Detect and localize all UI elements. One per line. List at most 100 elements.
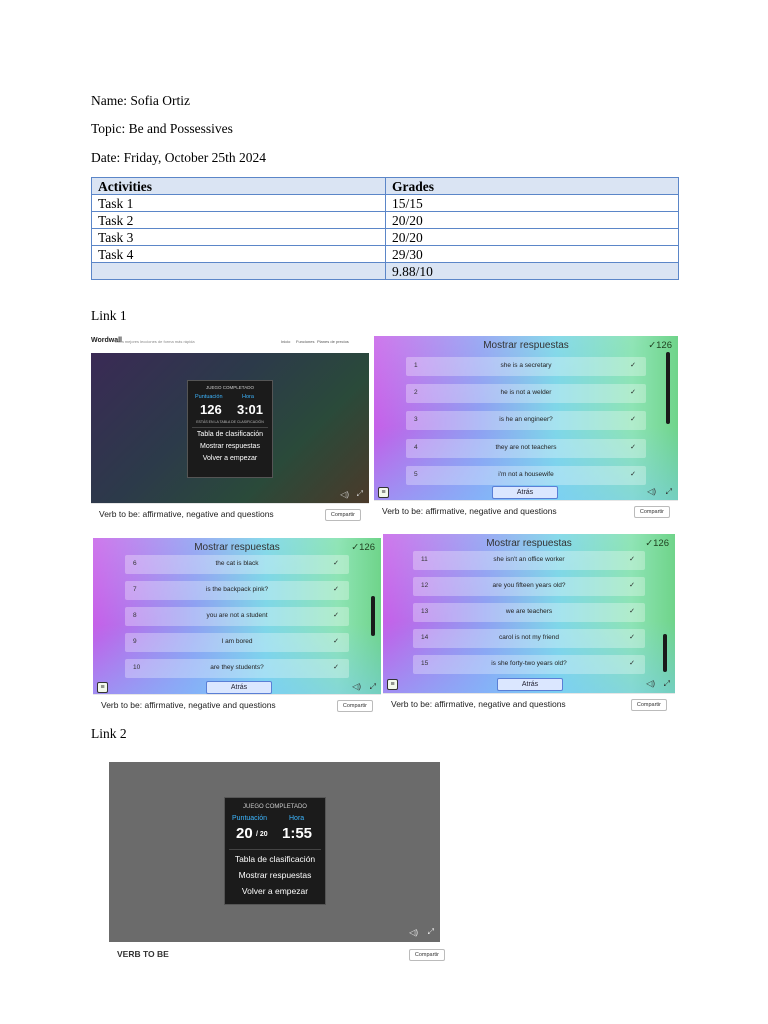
menu-icon[interactable]: ≡ <box>387 679 398 690</box>
answer-row: 10 are they students? ✓ <box>125 659 349 678</box>
activity-footer: Verb to be: affirmative, negative and qu… <box>383 693 675 715</box>
answer-row: 4 they are not teachers ✓ <box>406 439 646 458</box>
grades-table: Activities Grades Task 1 15/15 Task 2 20… <box>91 177 679 280</box>
activity-title: Verb to be: affirmative, negative and qu… <box>101 700 276 710</box>
time-value: 3:01 <box>237 402 264 417</box>
link1-label: Link 1 <box>91 308 127 323</box>
answer-row: 15 is she forty-two years old? ✓ <box>413 655 645 674</box>
time-label: Hora <box>242 394 254 400</box>
game-stage: JUEGO COMPLETADO Puntuación Hora 126 3:0… <box>91 353 369 503</box>
answer-row: 14 carol is not my friend ✓ <box>413 629 645 648</box>
share-button[interactable]: Compartir <box>633 506 670 518</box>
screenshot-game-completed-1: Wordwall Crea mejores lecciones de forma… <box>91 335 369 525</box>
sound-icon[interactable]: ◁) <box>409 928 418 937</box>
score-value: 126 <box>200 402 222 417</box>
grade-cell: 29/30 <box>385 245 679 263</box>
menu-icon[interactable]: ≡ <box>378 487 389 498</box>
game-stage: JUEGO COMPLETADO Puntuación Hora 20 / 20… <box>109 762 440 942</box>
fullscreen-icon[interactable]: ⤢ <box>357 489 363 499</box>
answers-score: ✓126 <box>645 538 669 549</box>
fullscreen-icon[interactable]: ⤢ <box>664 679 670 689</box>
answers-score: ✓126 <box>351 542 375 553</box>
activity-cell: Task 3 <box>91 228 386 246</box>
activity-cell: Task 2 <box>91 211 386 229</box>
sound-icon[interactable]: ◁) <box>340 490 349 499</box>
answers-title: Mostrar respuestas <box>194 542 280 553</box>
total-row: 9.88/10 <box>91 262 679 280</box>
scrollbar[interactable] <box>663 634 667 672</box>
total-grade-cell: 9.88/10 <box>385 262 679 280</box>
fullscreen-icon[interactable]: ⤢ <box>666 487 672 497</box>
score-total: / 20 <box>256 831 268 838</box>
grade-cell: 20/20 <box>385 211 679 229</box>
sound-icon[interactable]: ◁) <box>352 682 361 691</box>
share-button[interactable]: Compartir <box>408 949 445 961</box>
activity-footer: Verb to be: affirmative, negative and qu… <box>374 500 678 522</box>
nav-funciones[interactable]: Funciones <box>296 339 314 344</box>
nav-planes[interactable]: Planes de precios <box>317 339 349 344</box>
leaderboard-button[interactable]: Tabla de clasificación <box>188 431 272 438</box>
table-row: Task 3 20/20 <box>91 228 679 246</box>
show-answers-button[interactable]: Mostrar respuestas <box>188 443 272 450</box>
game-completed-box: JUEGO COMPLETADO Puntuación Hora 20 / 20… <box>224 797 326 905</box>
leaderboard-note: ESTÁS EN LA TABLA DE CLASIFICACIÓN <box>196 420 264 424</box>
grade-cell: 15/15 <box>385 194 679 212</box>
answer-row: 5 i'm not a housewife ✓ <box>406 466 646 485</box>
score-label: Puntuación <box>232 815 268 822</box>
screenshot-answers-1-5: Mostrar respuestas ✓126 1 she is a secret… <box>374 336 678 522</box>
activity-title: Verb to be: affirmative, negative and qu… <box>391 699 566 709</box>
scrollbar[interactable] <box>371 596 375 636</box>
nav-inicio[interactable]: Inicio <box>281 339 290 344</box>
answer-row: 13 we are teachers ✓ <box>413 603 645 622</box>
total-label-cell <box>91 262 386 280</box>
activity-footer: Verb to be: affirmative, negative and qu… <box>91 503 369 525</box>
answer-row: 9I am bored ✓ <box>125 633 349 652</box>
completed-heading: JUEGO COMPLETADO <box>243 804 307 810</box>
table-row: Task 2 20/20 <box>91 211 679 229</box>
back-button[interactable]: Atrás <box>497 678 563 691</box>
menu-icon[interactable]: ≡ <box>97 682 108 693</box>
activity-footer: Verb to be: affirmative, negative and qu… <box>93 694 381 716</box>
site-tagline: Crea mejores lecciones de forma más rápi… <box>115 339 195 344</box>
answer-row: 1 she is a secretary ✓ <box>406 357 646 376</box>
student-name: Name: Sofia Ortiz <box>91 93 190 108</box>
answer-row: 11 she isn't an office worker ✓ <box>413 551 645 570</box>
game-completed-box: JUEGO COMPLETADO Puntuación Hora 126 3:0… <box>187 380 273 478</box>
score-label: Puntuación <box>195 394 223 400</box>
column-header: Activities <box>91 177 386 195</box>
sound-icon[interactable]: ◁) <box>647 487 656 496</box>
column-header: Grades <box>385 177 679 195</box>
screenshot-answers-6-10: Mostrar respuestas ✓126 6 the cat is blac… <box>93 538 381 716</box>
answer-row: 6 the cat is black ✓ <box>125 555 349 574</box>
table-row: Task 4 29/30 <box>91 245 679 263</box>
restart-button[interactable]: Volver a empezar <box>188 455 272 462</box>
back-button[interactable]: Atrás <box>492 486 558 499</box>
fullscreen-icon[interactable]: ⤢ <box>428 927 434 937</box>
answers-title: Mostrar respuestas <box>486 538 572 549</box>
answers-title: Mostrar respuestas <box>483 340 569 351</box>
share-button[interactable]: Compartir <box>324 509 361 521</box>
table-header-row: Activities Grades <box>91 177 679 195</box>
back-button[interactable]: Atrás <box>206 681 272 694</box>
answer-row: 8 you are not a student ✓ <box>125 607 349 626</box>
screenshot-answers-11-15: Mostrar respuestas ✓126 11 she isn't an o… <box>383 534 675 715</box>
score-value: 20 <box>236 825 253 842</box>
restart-button[interactable]: Volver a empezar <box>225 886 325 896</box>
screenshot-game-completed-2: JUEGO COMPLETADO Puntuación Hora 20 / 20… <box>91 755 453 966</box>
activity-title: Verb to be: affirmative, negative and qu… <box>382 506 557 516</box>
answer-row: 7 is the backpack pink? ✓ <box>125 581 349 600</box>
share-button[interactable]: Compartir <box>630 699 667 711</box>
show-answers-button[interactable]: Mostrar respuestas <box>225 870 325 880</box>
completed-heading: JUEGO COMPLETADO <box>206 385 254 390</box>
leaderboard-button[interactable]: Tabla de clasificación <box>225 854 325 864</box>
sound-icon[interactable]: ◁) <box>646 679 655 688</box>
activity-cell: Task 1 <box>91 194 386 212</box>
link2-label: Link 2 <box>91 726 127 741</box>
answer-row: 2 he is not a welder ✓ <box>406 384 646 403</box>
fullscreen-icon[interactable]: ⤢ <box>370 682 376 692</box>
scrollbar[interactable] <box>666 352 670 424</box>
time-value: 1:55 <box>282 825 313 842</box>
grade-cell: 20/20 <box>385 228 679 246</box>
date: Date: Friday, October 25th 2024 <box>91 150 266 165</box>
share-button[interactable]: Compartir <box>336 700 373 712</box>
